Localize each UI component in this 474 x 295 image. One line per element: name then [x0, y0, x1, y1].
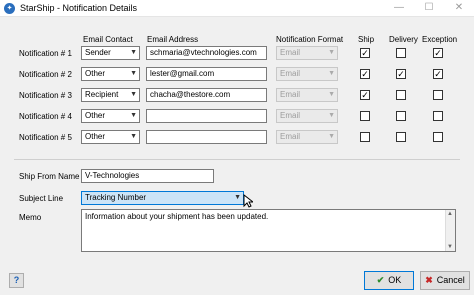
email-contact-value: Sender	[85, 48, 111, 57]
chevron-down-icon: ▼	[328, 49, 335, 56]
email-address-input[interactable]: lester@gmail.com	[146, 67, 267, 81]
notification-format-select: Email ▼	[276, 88, 338, 102]
cancel-x-icon: ✖	[425, 275, 433, 285]
email-contact-value: Other	[85, 111, 106, 120]
notification-label: Notification # 3	[19, 91, 72, 100]
memo-label: Memo	[19, 213, 42, 222]
chevron-down-icon: ▼	[130, 91, 137, 98]
notification-label: Notification # 5	[19, 133, 72, 142]
notification-format-select: Email ▼	[276, 109, 338, 123]
exception-checkbox[interactable]	[433, 111, 443, 121]
ok-label: OK	[388, 275, 402, 285]
delivery-checkbox[interactable]	[396, 111, 406, 121]
ship-checkbox[interactable]: ✓	[360, 69, 370, 79]
email-contact-value: Other	[85, 69, 106, 78]
mouse-pointer-icon	[243, 194, 253, 208]
help-button[interactable]: ?	[9, 273, 24, 288]
exception-checkbox[interactable]: ✓	[433, 69, 443, 79]
scroll-down-icon[interactable]: ▼	[447, 244, 453, 250]
email-contact-select[interactable]: Other ▼	[81, 109, 140, 123]
subject-line-label: Subject Line	[19, 194, 64, 203]
delivery-checkbox[interactable]: ✓	[396, 69, 406, 79]
ship-checkbox[interactable]: ✓	[360, 90, 370, 100]
chevron-down-icon: ▼	[130, 112, 137, 119]
notification-format-value: Email	[280, 48, 301, 57]
ship-checkbox[interactable]: ✓	[360, 48, 370, 58]
email-contact-select[interactable]: Other ▼	[81, 130, 140, 144]
subject-line-value: Tracking Number	[85, 193, 147, 202]
memo-text: Information about your shipment has been…	[85, 212, 269, 221]
ok-button[interactable]: ✔ OK	[364, 271, 414, 290]
email-contact-select[interactable]: Recipient ▼	[81, 88, 140, 102]
header-delivery: Delivery	[389, 35, 418, 44]
maximize-button[interactable]: ☐	[414, 0, 444, 17]
email-address-input[interactable]	[146, 109, 267, 123]
subject-line-select[interactable]: Tracking Number ▼	[81, 191, 244, 205]
notification-label: Notification # 1	[19, 49, 72, 58]
email-address-input[interactable]: chacha@thestore.com	[146, 88, 267, 102]
window-title: StarShip - Notification Details	[20, 3, 138, 13]
exception-checkbox[interactable]: ✓	[433, 48, 443, 58]
email-address-input[interactable]: schmaria@vtechnologies.com	[146, 46, 267, 60]
header-email-contact: Email Contact	[83, 35, 133, 44]
email-contact-value: Recipient	[85, 90, 119, 99]
minimize-button[interactable]: —	[384, 0, 414, 17]
ship-checkbox[interactable]	[360, 111, 370, 121]
starship-logo-icon: ✦	[4, 3, 15, 14]
chevron-down-icon: ▼	[130, 133, 137, 140]
email-address-input[interactable]	[146, 130, 267, 144]
cancel-button[interactable]: ✖ Cancel	[420, 271, 470, 290]
close-button[interactable]: ✕	[444, 0, 474, 17]
header-email-address: Email Address	[147, 35, 199, 44]
chevron-down-icon: ▼	[130, 70, 137, 77]
chevron-down-icon: ▼	[234, 194, 241, 201]
notification-format-value: Email	[280, 132, 301, 141]
notification-format-select: Email ▼	[276, 46, 338, 60]
header-exception: Exception	[422, 35, 458, 44]
notification-label: Notification # 4	[19, 112, 72, 121]
header-ship: Ship	[358, 35, 375, 44]
chevron-down-icon: ▼	[328, 133, 335, 140]
chevron-down-icon: ▼	[328, 112, 335, 119]
header-notification-format: Notification Format	[276, 35, 344, 44]
memo-scrollbar[interactable]: ▲ ▼	[445, 210, 455, 251]
delivery-checkbox[interactable]	[396, 132, 406, 142]
ship-from-label: Ship From Name	[19, 172, 80, 181]
notification-format-select: Email ▼	[276, 130, 338, 144]
help-icon: ?	[13, 275, 20, 285]
ship-from-input[interactable]: V-Technologies	[81, 169, 214, 183]
cancel-label: Cancel	[436, 275, 465, 285]
notification-label: Notification # 2	[19, 70, 72, 79]
title-bar: ✦ StarShip - Notification Details — ☐ ✕	[0, 0, 474, 17]
delivery-checkbox[interactable]	[396, 48, 406, 58]
email-contact-select[interactable]: Sender ▼	[81, 46, 140, 60]
ship-checkbox[interactable]	[360, 132, 370, 142]
notification-format-select: Email ▼	[276, 67, 338, 81]
chevron-down-icon: ▼	[328, 70, 335, 77]
notification-format-value: Email	[280, 111, 301, 120]
exception-checkbox[interactable]	[433, 90, 443, 100]
checkmark-icon: ✔	[376, 275, 385, 285]
notification-format-value: Email	[280, 90, 301, 99]
notification-format-value: Email	[280, 69, 301, 78]
exception-checkbox[interactable]	[433, 132, 443, 142]
memo-textarea[interactable]: Information about your shipment has been…	[81, 209, 456, 252]
section-divider	[14, 159, 460, 160]
email-contact-value: Other	[85, 132, 106, 141]
chevron-down-icon: ▼	[130, 49, 137, 56]
scroll-up-icon[interactable]: ▲	[447, 211, 453, 217]
delivery-checkbox[interactable]	[396, 90, 406, 100]
chevron-down-icon: ▼	[328, 91, 335, 98]
email-contact-select[interactable]: Other ▼	[81, 67, 140, 81]
